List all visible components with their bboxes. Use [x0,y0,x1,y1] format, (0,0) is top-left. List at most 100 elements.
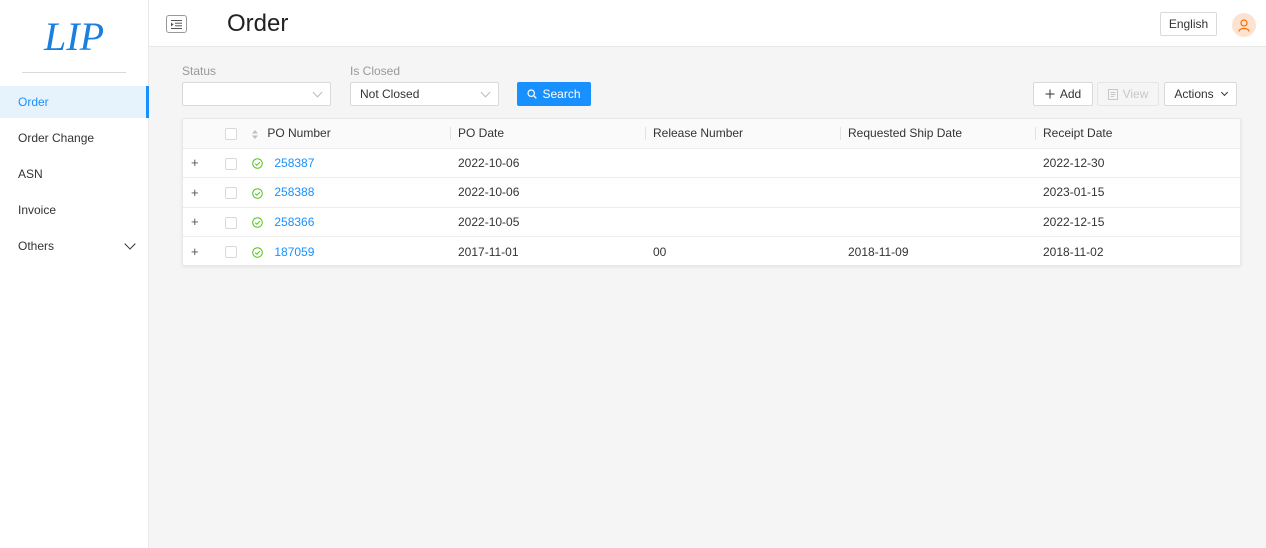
sidebar-item-invoice[interactable]: Invoice [0,194,148,226]
sidebar-item-asn[interactable]: ASN [0,158,148,190]
menu-fold-icon [171,19,182,29]
column-header-label: Release Number [653,126,744,141]
release-number-cell [645,177,840,208]
po-number-link[interactable]: 187059 [274,245,314,259]
sidebar-item-order[interactable]: Order [0,86,149,118]
language-button[interactable]: English [1160,12,1217,36]
requested-ship-date-cell [840,148,1035,178]
column-header-label: Requested Ship Date [848,126,963,141]
page-title: Order [227,10,289,37]
row-checkbox[interactable] [225,187,237,200]
row-select-cell [215,148,246,178]
expand-row-button[interactable]: + [183,207,215,237]
sidebar-item-label: Order Change [18,131,95,145]
user-icon [1238,18,1250,32]
check-circle-icon [252,247,263,258]
row-select-cell [215,207,246,237]
select-all-header [215,119,246,149]
menu-fold-button[interactable] [166,15,187,33]
expand-row-button[interactable]: + [183,177,215,208]
is-closed-select[interactable]: Not Closed [350,82,499,106]
receipt-date-cell: 2022-12-30 [1035,148,1240,178]
header: Order English [149,0,1266,47]
column-header-requested-ship-date: Requested Ship Date [840,119,1035,149]
chevron-down-icon [480,87,491,98]
table-row: + 258366 2022-10-05 2022-12-15 [183,207,1240,237]
sidebar-item-label: ASN [18,167,43,181]
receipt-date-cell: 2018-11-02 [1043,244,1104,259]
column-header-label: Receipt Date [1043,126,1113,141]
column-header-release-number: Release Number [645,119,840,149]
expand-row-button[interactable]: + [183,237,215,266]
po-date-cell: 2017-11-01 [458,244,519,259]
sidebar-item-others[interactable]: Others [0,230,148,262]
sidebar-item-label: Order [18,95,49,109]
po-number-cell: 187059 [246,237,450,266]
column-header-label: PO Date [458,126,505,141]
logo-divider [22,72,126,73]
po-number-cell: 258388 [246,177,450,208]
actions-button-label: Actions [1174,87,1214,101]
chevron-down-icon [312,87,323,98]
chevron-down-icon [124,238,136,250]
row-checkbox[interactable] [225,216,237,229]
table-row: + 258387 2022-10-06 2022-12-30 [183,148,1240,178]
search-button[interactable]: Search [517,82,591,106]
sidebar: LIP Order Order Change ASN Invoice Other… [0,0,149,548]
column-header-po-date: PO Date [450,119,645,149]
search-button-label: Search [542,87,581,101]
status-select[interactable] [182,82,331,106]
sidebar-item-label: Others [18,239,55,253]
release-number-cell [645,207,840,237]
receipt-date-cell: 2022-12-15 [1035,207,1240,237]
column-header-label: PO Number [267,126,331,141]
po-number-cell: 258366 [246,207,450,237]
logo[interactable]: LIP [0,0,148,72]
release-number-cell [645,148,840,178]
check-circle-icon [252,217,263,228]
select-all-checkbox[interactable] [225,128,237,141]
add-button[interactable]: Add [1033,82,1093,106]
sidebar-item-order-change[interactable]: Order Change [0,122,148,154]
chevron-down-icon [1220,88,1228,97]
svg-text:LIP: LIP [43,14,104,58]
row-checkbox[interactable] [225,157,237,170]
orders-table: PO Number PO Date Release Number Request… [182,118,1241,266]
po-date-cell: 2022-10-06 [450,177,645,208]
expand-header [183,119,215,149]
is-closed-select-value: Not Closed [360,87,420,101]
plus-icon [1045,89,1055,99]
view-button[interactable]: View [1097,82,1159,106]
sidebar-nav: Order Order Change ASN Invoice Others [0,86,149,262]
po-date-cell: 2022-10-05 [450,207,645,237]
row-select-cell [215,177,246,208]
status-label: Status [182,64,217,78]
requested-ship-date-cell: 2018-11-09 [848,244,909,259]
row-select-cell [215,237,246,266]
avatar[interactable] [1232,13,1256,37]
sort-icon [252,129,258,139]
check-circle-icon [252,158,263,169]
po-date-cell: 2022-10-06 [450,148,645,178]
actions-dropdown-button[interactable]: Actions [1164,82,1237,106]
receipt-date-cell: 2023-01-15 [1035,177,1240,208]
column-header-po-number[interactable]: PO Number [246,119,450,149]
column-header-receipt-date: Receipt Date [1035,119,1240,149]
table-row: + 258388 2022-10-06 2023-01-15 [183,177,1240,208]
po-number-cell: 258387 [246,148,450,178]
lip-logo-icon: LIP [43,14,104,58]
po-number-link[interactable]: 258366 [274,215,314,229]
sidebar-item-label: Invoice [18,203,57,217]
check-circle-icon [252,187,263,199]
table-header-row: PO Number PO Date Release Number Request… [183,119,1240,149]
add-button-label: Add [1059,87,1082,101]
table-row: + 187059 2017-11-01 00 2018-11-09 2018-1… [183,237,1240,266]
requested-ship-date-cell [840,207,1035,237]
po-number-link[interactable]: 258387 [274,156,314,170]
view-button-label: View [1122,87,1149,101]
row-checkbox[interactable] [225,246,237,259]
expand-row-button[interactable]: + [183,148,215,178]
po-number-link[interactable]: 258388 [274,185,314,199]
file-icon [1107,88,1118,100]
release-number-cell: 00 [653,244,667,259]
